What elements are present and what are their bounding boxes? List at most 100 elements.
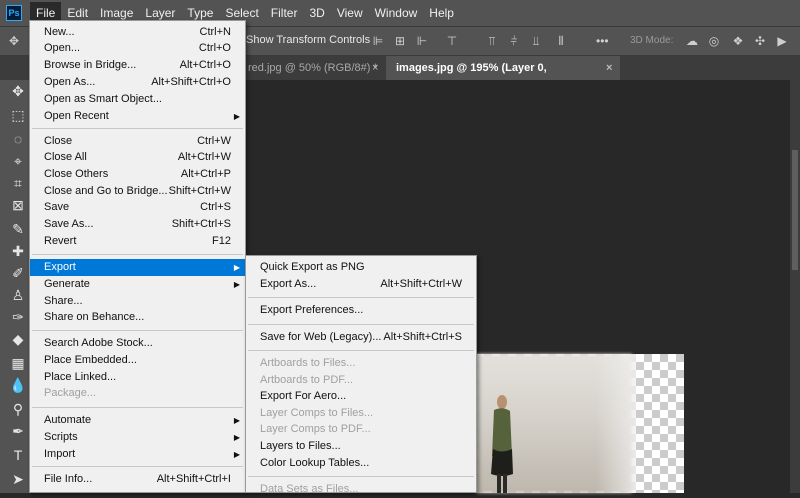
distribute-top-icon[interactable]: ⫪ xyxy=(486,35,498,47)
menu-3d[interactable]: 3D xyxy=(303,2,330,24)
submenu-arrow-icon: ▶ xyxy=(233,112,240,121)
menu-item-shortcut: Ctrl+N xyxy=(199,26,231,38)
photoshop-logo-icon: Ps xyxy=(6,5,22,21)
menu-item-revert[interactable]: Revert F12 xyxy=(30,233,245,250)
clone-stamp-tool-icon[interactable]: ♙ xyxy=(9,286,27,304)
menu-item-place-linked[interactable]: Place Linked... xyxy=(30,369,245,386)
menu-view[interactable]: View xyxy=(331,2,369,24)
pen-tool-icon[interactable]: ✒ xyxy=(9,422,27,440)
menu-separator xyxy=(248,297,474,298)
path-selection-tool-icon[interactable]: ➤ xyxy=(9,470,27,488)
blur-tool-icon[interactable]: 💧 xyxy=(9,376,27,394)
menu-item-label: Layer Comps to PDF... xyxy=(260,423,371,435)
gradient-tool-icon[interactable]: ▦ xyxy=(9,354,27,372)
menu-item-open[interactable]: Open... Ctrl+O xyxy=(30,40,245,57)
type-tool-icon[interactable]: T xyxy=(9,446,27,464)
menu-item-search-adobe-stock[interactable]: Search Adobe Stock... xyxy=(30,335,245,352)
menu-item-shortcut: Ctrl+W xyxy=(197,135,231,147)
menu-item-color-lookup-tables[interactable]: Color Lookup Tables... xyxy=(246,455,476,472)
menu-item-shortcut: Alt+Shift+Ctrl+I xyxy=(156,473,231,485)
menu-item-label: Save xyxy=(44,201,70,213)
slide-3d-icon[interactable]: ✣ xyxy=(754,35,766,47)
distribute-bottom-icon[interactable]: ⫫ xyxy=(530,35,542,47)
menu-item-share-on-behance[interactable]: Share on Behance... xyxy=(30,309,245,326)
align-left-icon[interactable]: ⊫ xyxy=(372,35,384,47)
lasso-tool-icon[interactable]: ◌ xyxy=(9,130,27,148)
menu-item-browse-in-bridge[interactable]: Browse in Bridge... Alt+Ctrl+O xyxy=(30,57,245,74)
menu-item-label: Close Others xyxy=(44,168,109,180)
align-right-icon[interactable]: ⊩ xyxy=(416,35,428,47)
menu-item-file-info[interactable]: File Info... Alt+Shift+Ctrl+I xyxy=(30,471,245,488)
menu-item-place-embedded[interactable]: Place Embedded... xyxy=(30,352,245,369)
menu-help[interactable]: Help xyxy=(423,2,460,24)
eraser-tool-icon[interactable]: ◆ xyxy=(9,330,27,348)
vertical-scrollbar[interactable] xyxy=(790,80,800,493)
tab-images-jpg[interactable]: images.jpg @ 195% (Layer 0, RGB/8#/CMYK)… xyxy=(386,56,620,98)
move-tool-icon[interactable]: ✥ xyxy=(9,82,27,100)
history-brush-tool-icon[interactable]: ✑ xyxy=(9,308,27,326)
menu-item-label: Open As... xyxy=(44,76,96,88)
menu-item-open-as-smart-object[interactable]: Open as Smart Object... xyxy=(30,91,245,108)
more-options-icon[interactable]: ••• xyxy=(596,35,609,47)
orbit-3d-icon[interactable]: ☁ xyxy=(686,35,698,47)
menu-item-export[interactable]: Export ▶ xyxy=(30,259,245,276)
brush-tool-icon[interactable]: ✐ xyxy=(9,264,27,282)
menu-item-label: Close All xyxy=(44,151,87,163)
document-canvas[interactable] xyxy=(476,354,684,493)
menu-item-save-as[interactable]: Save As... Shift+Ctrl+S xyxy=(30,216,245,233)
menu-item-layers-to-files[interactable]: Layers to Files... xyxy=(246,438,476,455)
tab-red-jpg[interactable]: red.jpg @ 50% (RGB/8#) * × xyxy=(248,56,386,80)
menu-item-label: Share on Behance... xyxy=(44,311,145,323)
menu-item-automate[interactable]: Automate ▶ xyxy=(30,412,245,429)
eyedropper-tool-icon[interactable]: ✎ xyxy=(9,220,27,238)
marquee-tool-icon[interactable]: ⬚ xyxy=(9,106,27,124)
drag-3d-icon[interactable]: ❖ xyxy=(732,35,744,47)
close-tab-icon[interactable]: × xyxy=(606,56,612,80)
menu-item-label: Open... xyxy=(44,42,81,54)
align-top-icon[interactable]: ⊤ xyxy=(446,35,458,47)
menu-filter[interactable]: Filter xyxy=(265,2,304,24)
scale-3d-icon[interactable]: ▶ xyxy=(776,35,788,47)
menu-item-export-as[interactable]: Export As... Alt+Shift+Ctrl+W xyxy=(246,276,476,293)
menu-item-export-for-aero[interactable]: Export For Aero... xyxy=(246,388,476,405)
menu-item-label: Data Sets as Files... xyxy=(260,483,359,495)
menu-item-layer-comps-to-pdf: Layer Comps to PDF... xyxy=(246,421,476,438)
menu-item-export-preferences[interactable]: Export Preferences... xyxy=(246,302,476,319)
show-transform-controls-label[interactable]: Show Transform Controls xyxy=(246,34,370,46)
frame-tool-icon[interactable]: ⊠ xyxy=(9,196,27,214)
menu-item-open-recent[interactable]: Open Recent ▶ xyxy=(30,108,245,125)
close-tab-icon[interactable]: × xyxy=(372,56,378,80)
distribute-center-icon[interactable]: ⫩ xyxy=(508,35,520,47)
submenu-arrow-icon: ▶ xyxy=(233,263,240,272)
quick-select-tool-icon[interactable]: ⌖ xyxy=(9,152,27,170)
healing-brush-tool-icon[interactable]: ✚ xyxy=(9,242,27,260)
menu-item-import[interactable]: Import ▶ xyxy=(30,446,245,463)
menu-item-close-and-go-to-bridge[interactable]: Close and Go to Bridge... Shift+Ctrl+W xyxy=(30,183,245,200)
menu-item-label: Close and Go to Bridge... xyxy=(44,185,168,197)
menu-item-quick-export-as-png[interactable]: Quick Export as PNG xyxy=(246,259,476,276)
menu-item-scripts[interactable]: Scripts ▶ xyxy=(30,429,245,446)
menu-item-label: Layers to Files... xyxy=(260,440,341,452)
menu-item-close[interactable]: Close Ctrl+W xyxy=(30,133,245,150)
menu-item-open-as[interactable]: Open As... Alt+Shift+Ctrl+O xyxy=(30,74,245,91)
menu-window[interactable]: Window xyxy=(369,2,424,24)
crop-tool-icon[interactable]: ⌗ xyxy=(9,174,27,192)
roll-3d-icon[interactable]: ◎ xyxy=(708,35,720,47)
menu-item-shortcut: Alt+Shift+Ctrl+S xyxy=(383,331,462,343)
menu-item-share[interactable]: Share... xyxy=(30,293,245,310)
menu-item-label: Color Lookup Tables... xyxy=(260,457,370,469)
menu-item-save[interactable]: Save Ctrl+S xyxy=(30,199,245,216)
align-center-icon[interactable]: ⊞ xyxy=(394,35,406,47)
menu-item-generate[interactable]: Generate ▶ xyxy=(30,276,245,293)
menu-item-save-for-web-legacy[interactable]: Save for Web (Legacy)... Alt+Shift+Ctrl+S xyxy=(246,329,476,346)
move-tool-preset-icon[interactable]: ✥ xyxy=(8,35,20,47)
dodge-tool-icon[interactable]: ⚲ xyxy=(9,400,27,418)
menu-item-package: Package... xyxy=(30,385,245,402)
file-menu: New... Ctrl+N Open... Ctrl+O Browse in Bridg… xyxy=(29,20,246,493)
menu-item-close-all[interactable]: Close All Alt+Ctrl+W xyxy=(30,149,245,166)
menu-item-close-others[interactable]: Close Others Alt+Ctrl+P xyxy=(30,166,245,183)
menu-item-label: File Info... xyxy=(44,473,93,485)
menu-item-new[interactable]: New... Ctrl+N xyxy=(30,24,245,41)
scrollbar-thumb[interactable] xyxy=(792,150,798,270)
distribute-left-icon[interactable]: ⫴ xyxy=(555,35,567,47)
